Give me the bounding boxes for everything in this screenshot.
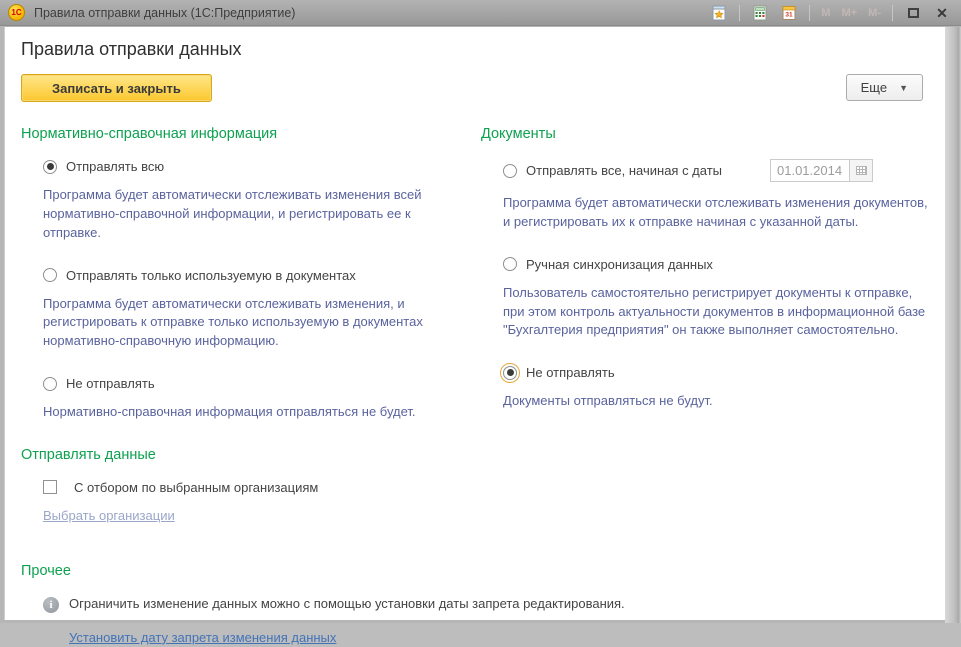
option-description: Пользователь самостоятельно регистрирует… — [481, 284, 929, 341]
window-right-border — [945, 27, 961, 623]
maximize-icon — [908, 8, 919, 18]
more-button[interactable]: Еще ▼ — [846, 74, 923, 101]
radio-option-nsi-send-all[interactable]: Отправлять всю — [21, 159, 473, 174]
edit-restriction-info: i Ограничить изменение данных можно с по… — [21, 596, 929, 613]
page-title: Правила отправки данных — [21, 39, 929, 60]
radio-option-nsi-do-not-send[interactable]: Не отправлять — [21, 376, 473, 391]
maximize-button[interactable] — [902, 3, 924, 23]
form-area: Правила отправки данных Записать и закры… — [4, 27, 945, 620]
radio-icon[interactable] — [43, 377, 57, 391]
select-organizations-link[interactable]: Выбрать организации — [43, 508, 175, 523]
radio-icon[interactable] — [43, 160, 57, 174]
window-title: Правила отправки данных (1С:Предприятие) — [34, 6, 708, 20]
radio-icon[interactable] — [503, 164, 517, 178]
section-heading-nsi: Нормативно-справочная информация — [21, 126, 473, 142]
favorites-icon[interactable] — [708, 3, 730, 23]
radio-icon[interactable] — [503, 366, 517, 380]
nsi-section: Нормативно-справочная информация Отправл… — [21, 126, 473, 447]
svg-text:31: 31 — [786, 11, 794, 18]
checkbox-filter-by-organizations[interactable]: С отбором по выбранным организациям — [21, 480, 929, 495]
option-description: Программа будет автоматически отслеживат… — [21, 295, 471, 352]
start-date-input[interactable]: 01.01.2014 — [770, 159, 850, 182]
chevron-down-icon: ▼ — [899, 83, 908, 93]
option-description: Программа будет автоматически отслеживат… — [21, 186, 471, 243]
radio-option-nsi-send-used-only[interactable]: Отправлять только используемую в докумен… — [21, 268, 473, 283]
more-button-label: Еще — [861, 80, 887, 95]
memory-m-plus-button: M+ — [840, 7, 860, 19]
save-close-button[interactable]: Записать и закрыть — [21, 74, 212, 102]
titlebar: 1С Правила отправки данных (1С:Предприят… — [0, 0, 961, 26]
memory-m-minus-button: M- — [866, 7, 883, 19]
calculator-icon[interactable] — [749, 3, 771, 23]
calendar-picker-button[interactable] — [850, 159, 873, 182]
radio-option-docs-send-all-from-date[interactable]: Отправлять все, начиная с даты 01.01.201… — [481, 159, 929, 182]
checkbox-icon[interactable] — [43, 480, 57, 494]
close-icon: ✕ — [936, 6, 948, 20]
titlebar-icons: 31 M M+ M- ✕ — [708, 3, 953, 23]
option-description: Программа будет автоматически отслеживат… — [481, 194, 929, 232]
radio-option-docs-do-not-send[interactable]: Не отправлять — [481, 365, 929, 380]
documents-section: Документы Отправлять все, начиная с даты… — [481, 126, 929, 447]
option-description: Нормативно-справочная информация отправл… — [21, 403, 471, 422]
section-heading-documents: Документы — [481, 126, 929, 142]
memory-m-button: M — [819, 7, 832, 19]
radio-option-docs-manual-sync[interactable]: Ручная синхронизация данных — [481, 257, 929, 272]
set-restriction-date-link[interactable]: Установить дату запрета изменения данных — [69, 630, 336, 645]
close-button[interactable]: ✕ — [931, 3, 953, 23]
section-heading-other: Прочее — [21, 563, 929, 579]
start-date-field-group: 01.01.2014 — [770, 159, 873, 182]
titlebar-separator — [892, 5, 893, 21]
1c-logo-icon: 1С — [8, 4, 25, 21]
info-icon: i — [43, 597, 59, 613]
section-heading-send-data: Отправлять данные — [21, 447, 929, 463]
toolbar: Записать и закрыть Еще ▼ — [21, 74, 929, 102]
radio-icon[interactable] — [43, 268, 57, 282]
calendar-icon[interactable]: 31 — [778, 3, 800, 23]
two-column-layout: Нормативно-справочная информация Отправл… — [21, 126, 929, 447]
option-description: Документы отправляться не будут. — [481, 392, 929, 411]
app-window: 1С Правила отправки данных (1С:Предприят… — [0, 0, 961, 623]
calendar-grid-icon — [856, 166, 867, 175]
radio-icon[interactable] — [503, 257, 517, 271]
titlebar-separator — [809, 5, 810, 21]
titlebar-separator — [739, 5, 740, 21]
